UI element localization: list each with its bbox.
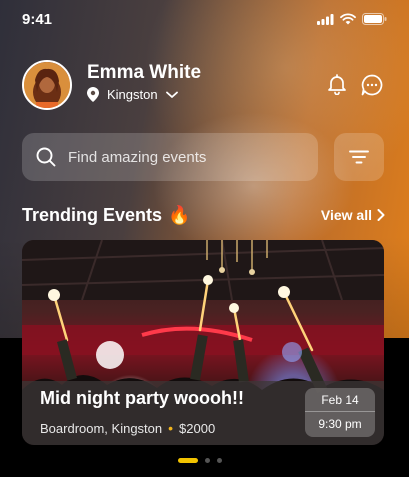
chevron-right-icon xyxy=(377,209,385,221)
carousel-pager xyxy=(178,458,222,463)
search-bar[interactable] xyxy=(22,133,318,181)
location-label: Kingston xyxy=(107,87,158,102)
signal-icon xyxy=(317,13,334,25)
section-title: Trending Events 🔥 xyxy=(22,205,190,226)
chat-icon xyxy=(361,74,383,96)
location-selector[interactable]: Kingston xyxy=(87,87,178,102)
view-all-label: View all xyxy=(320,207,372,223)
status-icons xyxy=(317,13,387,25)
messages-button[interactable] xyxy=(360,73,384,97)
notifications-button[interactable] xyxy=(326,73,348,96)
filter-button[interactable] xyxy=(334,133,384,181)
fire-emoji: 🔥 xyxy=(168,205,191,225)
avatar-portrait xyxy=(24,62,70,108)
event-meta: Boardroom, Kingston • $2000 xyxy=(40,420,215,436)
user-name: Emma White xyxy=(87,62,202,83)
location-pin-icon xyxy=(87,87,99,102)
section-title-text: Trending Events xyxy=(22,205,163,225)
event-date-badge: Feb 14 9:30 pm xyxy=(305,388,375,437)
view-all-link[interactable]: View all xyxy=(321,207,385,223)
search-icon xyxy=(36,147,56,167)
separator-dot: • xyxy=(168,420,174,436)
battery-icon xyxy=(362,13,387,25)
event-date: Feb 14 xyxy=(305,388,375,412)
event-venue: Boardroom, Kingston xyxy=(40,420,163,436)
pager-dot[interactable] xyxy=(217,458,222,463)
wifi-icon xyxy=(340,13,356,25)
pager-dot[interactable] xyxy=(205,458,210,463)
status-bar: 9:41 xyxy=(0,0,409,40)
app-screen: 9:41 Emma White Kingston Find amazing ev… xyxy=(0,0,409,477)
event-title: Mid night party woooh!! xyxy=(40,388,244,408)
chevron-down-icon xyxy=(165,91,178,98)
avatar[interactable] xyxy=(22,60,72,110)
event-time: 9:30 pm xyxy=(318,417,362,431)
status-time: 9:41 xyxy=(22,11,53,28)
search-input[interactable] xyxy=(68,148,288,166)
filter-icon xyxy=(349,150,369,164)
event-price: $2000 xyxy=(179,420,216,436)
pager-dot-active[interactable] xyxy=(178,458,198,463)
event-card[interactable]: Mid night party woooh!! Boardroom, Kings… xyxy=(22,240,384,445)
bell-icon xyxy=(328,74,346,96)
